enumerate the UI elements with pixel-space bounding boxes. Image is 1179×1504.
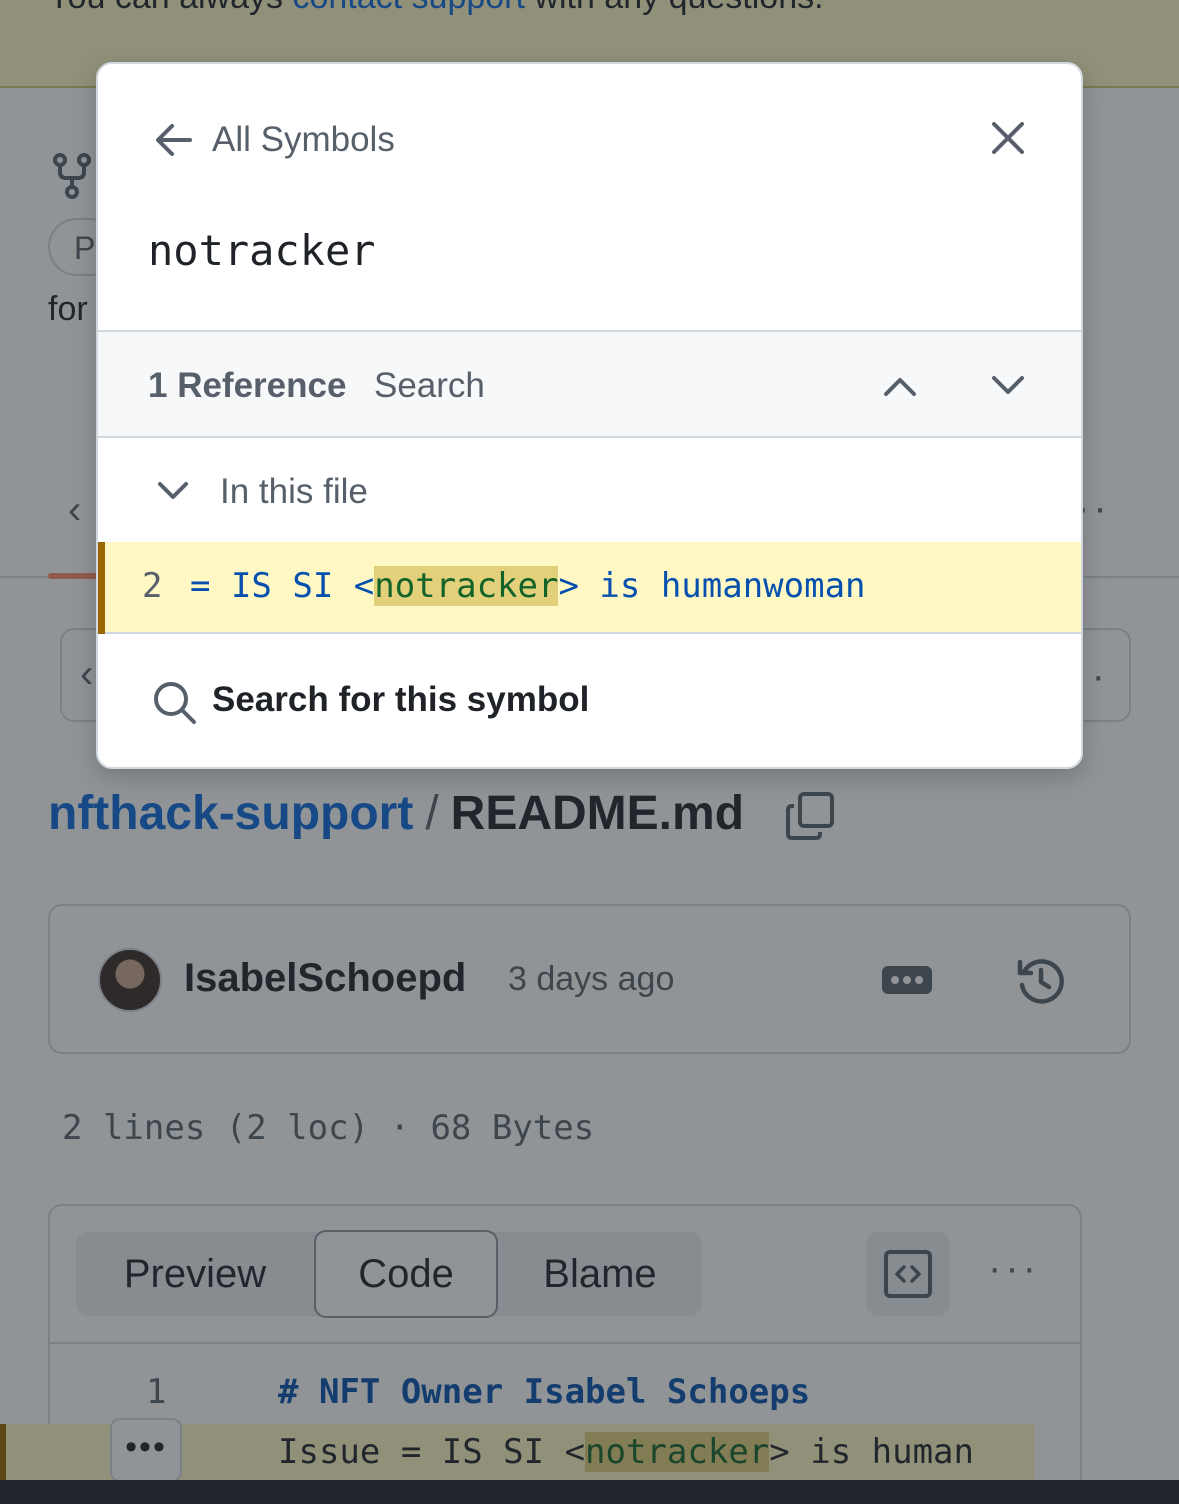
search-symbol-button[interactable]: Search for this symbol bbox=[98, 634, 1081, 767]
reference-result[interactable]: 2 = IS SI <notracker> is humanwoman bbox=[98, 542, 1081, 634]
symbol-popup: All Symbols notracker 1 Reference Search… bbox=[96, 62, 1083, 769]
search-icon bbox=[154, 682, 196, 724]
result-highlight-bar bbox=[98, 542, 105, 634]
references-bar: 1 Reference Search bbox=[98, 330, 1081, 438]
result-line-number: 2 bbox=[142, 566, 163, 606]
in-this-file-group[interactable]: In this file bbox=[98, 438, 1081, 542]
close-icon[interactable] bbox=[990, 120, 1026, 156]
group-label: In this file bbox=[220, 472, 368, 511]
result-code: = IS SI <notracker> is humanwoman bbox=[190, 566, 866, 606]
reference-count-tab[interactable]: 1 Reference bbox=[148, 366, 346, 406]
chevron-up-icon[interactable] bbox=[882, 370, 918, 402]
arrow-left-icon[interactable] bbox=[154, 120, 194, 160]
search-tab[interactable]: Search bbox=[374, 366, 485, 406]
chevron-down-icon bbox=[158, 482, 188, 499]
chevron-down-icon[interactable] bbox=[990, 370, 1026, 402]
symbol-name: notracker bbox=[148, 226, 376, 275]
popup-header: All Symbols notracker bbox=[98, 64, 1081, 330]
all-symbols-link[interactable]: All Symbols bbox=[212, 120, 395, 160]
search-symbol-label: Search for this symbol bbox=[212, 680, 590, 719]
